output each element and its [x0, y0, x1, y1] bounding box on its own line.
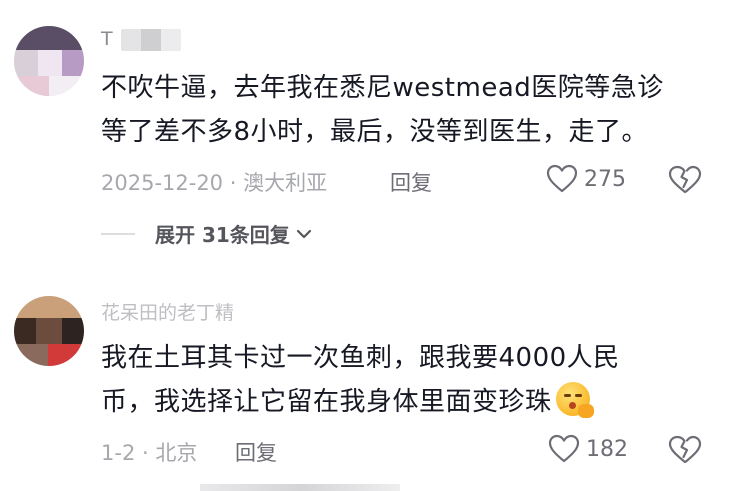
expand-replies-button[interactable]: 展开 31条回复 [101, 219, 314, 248]
comment-text: 我在土耳其卡过一次鱼刺，跟我要4000人民 币，我选择让它留在我身体里面变珍珠 [101, 343, 620, 418]
comment-text: 不吹牛逼，去年我在悉尼westmead医院等急诊 等了差不多8小时，最后，没等到… [101, 73, 664, 147]
expand-replies-label: 展开 31条回复 [155, 223, 290, 247]
broken-heart-icon [668, 165, 702, 194]
like-count: 275 [584, 166, 626, 192]
comment-date-location: 1-2 · 北京 [101, 441, 198, 465]
like-button[interactable]: 182 [548, 434, 628, 464]
reply-button[interactable]: 回复 [390, 167, 432, 197]
like-button[interactable]: 275 [546, 164, 626, 194]
reply-button[interactable]: 回复 [235, 437, 277, 467]
heart-outline-icon [546, 164, 578, 193]
next-comment-peek [200, 484, 400, 491]
dislike-button[interactable] [668, 435, 702, 469]
broken-heart-icon [668, 435, 702, 464]
comment-date-location: 2025-12-20 · 澳大利亚 [101, 171, 328, 195]
like-count: 182 [586, 436, 628, 462]
username[interactable]: 花呆田的老丁精 [101, 298, 234, 325]
shush-emoji-icon [555, 382, 594, 418]
divider-line [101, 232, 135, 235]
avatar[interactable] [14, 26, 84, 96]
blurred-username [120, 28, 181, 51]
username[interactable]: T [101, 28, 181, 51]
chevron-down-icon [296, 229, 311, 238]
avatar[interactable] [14, 296, 84, 366]
dislike-button[interactable] [668, 165, 702, 199]
heart-outline-icon [548, 434, 580, 463]
